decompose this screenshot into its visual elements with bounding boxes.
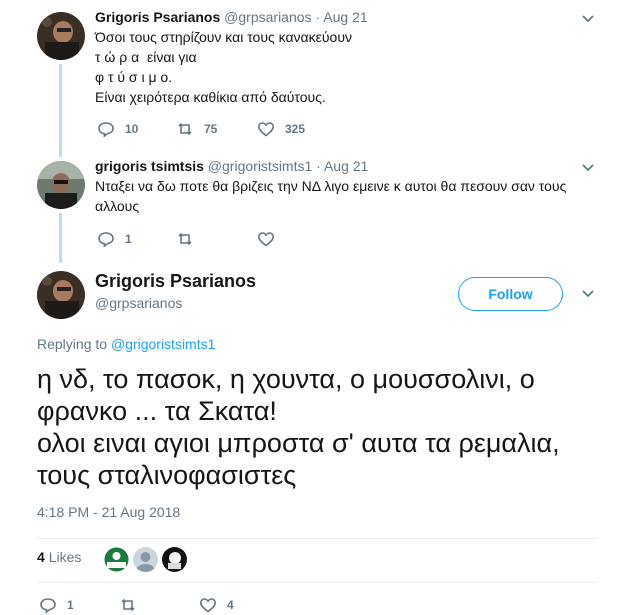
replying-to-link[interactable]: @grigoristsimts1: [111, 336, 215, 352]
main-author-handle[interactable]: @grpsarianos: [95, 295, 182, 311]
author-handle[interactable]: @grigoristsimts1: [208, 158, 312, 174]
tweet-text-line: Νταξει να δω ποτε θα βριζεις την ΝΔ λιγο…: [95, 178, 567, 194]
thread-line: [59, 64, 62, 157]
liker-avatar[interactable]: [104, 547, 129, 572]
retweet-icon: [178, 232, 192, 246]
tweet-date[interactable]: Aug 21: [323, 9, 367, 25]
tweet-text-line: φ τ ύ σ ι μ ο.: [95, 69, 173, 85]
tweet-text-line: Είναι χειρότερα καθίκια από δαύτους.: [95, 89, 326, 105]
like-count: 325: [285, 122, 306, 136]
divider: [37, 582, 597, 583]
reply-icon: [98, 232, 114, 248]
tweet-2[interactable]: grigoris tsimtsis @grigoristsimts1 · Aug…: [0, 150, 622, 260]
replying-to: Replying to @grigoristsimts1: [37, 336, 215, 352]
retweet-icon: [178, 122, 192, 136]
chevron-down-icon[interactable]: [580, 10, 596, 26]
reply-icon: [40, 598, 56, 614]
divider: [37, 538, 597, 539]
tweet-text-line: Όσοι τους στηρίζουν και τους κανακεύουν: [95, 29, 352, 45]
like-button[interactable]: [257, 230, 285, 248]
avatar-grigoris-psarianos[interactable]: [37, 12, 85, 60]
tweet-text-line: αλλους: [95, 198, 140, 214]
likes-count: 4: [37, 549, 45, 565]
tweet-timestamp[interactable]: 4:18 PM - 21 Aug 2018: [37, 504, 180, 520]
tweet-header: Grigoris Psarianos @grpsarianos · Aug 21: [95, 9, 368, 25]
like-button[interactable]: 325: [257, 120, 305, 138]
liker-avatar[interactable]: [162, 547, 187, 572]
reply-count: 1: [67, 598, 74, 612]
heart-icon: [199, 598, 217, 613]
avatar-main-author[interactable]: [37, 271, 85, 319]
tweet-1[interactable]: Grigoris Psarianos @grpsarianos · Aug 21…: [0, 0, 622, 150]
retweet-count: 75: [204, 122, 218, 136]
separator-dot: ·: [316, 158, 321, 174]
reply-icon: [98, 122, 114, 138]
heart-icon: [257, 232, 275, 247]
main-text-line: φρανκο ... τα Σκατα!: [37, 396, 277, 426]
main-text-line: η νδ, το πασοκ, η χουντα, ο μουσσολινι, …: [37, 364, 535, 394]
thread-line: [59, 213, 62, 263]
separator-dot: ·: [315, 9, 321, 25]
main-tweet-text: η νδ, το πασοκ, η χουντα, ο μουσσολινι, …: [37, 363, 597, 491]
reply-button[interactable]: 10: [97, 120, 138, 138]
tweet-text: Νταξει να δω ποτε θα βριζεις την ΝΔ λιγο…: [95, 176, 566, 216]
heart-icon: [257, 122, 275, 137]
like-button[interactable]: 4: [199, 596, 234, 614]
main-text-line: ολοι ειναι αγιοι μπροστα σ' αυτα τα ρεμα…: [37, 428, 560, 458]
likes-stat[interactable]: 4 Likes: [37, 549, 81, 565]
main-text-line: τους σταλινοφασιστες: [37, 460, 297, 490]
tweet-text-line: τ ώ ρ α είναι για: [95, 49, 197, 65]
tweet-date[interactable]: Aug 21: [324, 158, 368, 174]
likes-label: Likes: [48, 549, 82, 565]
chevron-down-icon[interactable]: [580, 159, 596, 175]
retweet-button[interactable]: [176, 230, 204, 248]
retweet-button[interactable]: 75: [176, 120, 217, 138]
reply-count: 10: [125, 122, 139, 136]
tweet-text: Όσοι τους στηρίζουν και τους κανακεύουν …: [95, 27, 352, 107]
author-name[interactable]: grigoris tsimtsis: [95, 158, 204, 174]
main-author-name[interactable]: Grigoris Psarianos: [95, 271, 256, 292]
liker-avatar[interactable]: [133, 547, 158, 572]
reply-count: 1: [125, 232, 132, 246]
tweet-header: grigoris tsimtsis @grigoristsimts1 · Aug…: [95, 158, 368, 174]
author-handle[interactable]: @grpsarianos: [224, 9, 311, 25]
avatar-grigoris-tsimtsis[interactable]: [37, 161, 85, 209]
replying-prefix: Replying to: [37, 336, 108, 352]
retweet-button[interactable]: [119, 596, 147, 614]
author-name[interactable]: Grigoris Psarianos: [95, 9, 220, 25]
retweet-icon: [121, 598, 135, 612]
chevron-down-icon[interactable]: [580, 285, 596, 301]
reply-button[interactable]: 1: [39, 596, 74, 614]
like-count: 4: [227, 598, 234, 612]
follow-button[interactable]: Follow: [458, 277, 563, 311]
reply-button[interactable]: 1: [97, 230, 132, 248]
